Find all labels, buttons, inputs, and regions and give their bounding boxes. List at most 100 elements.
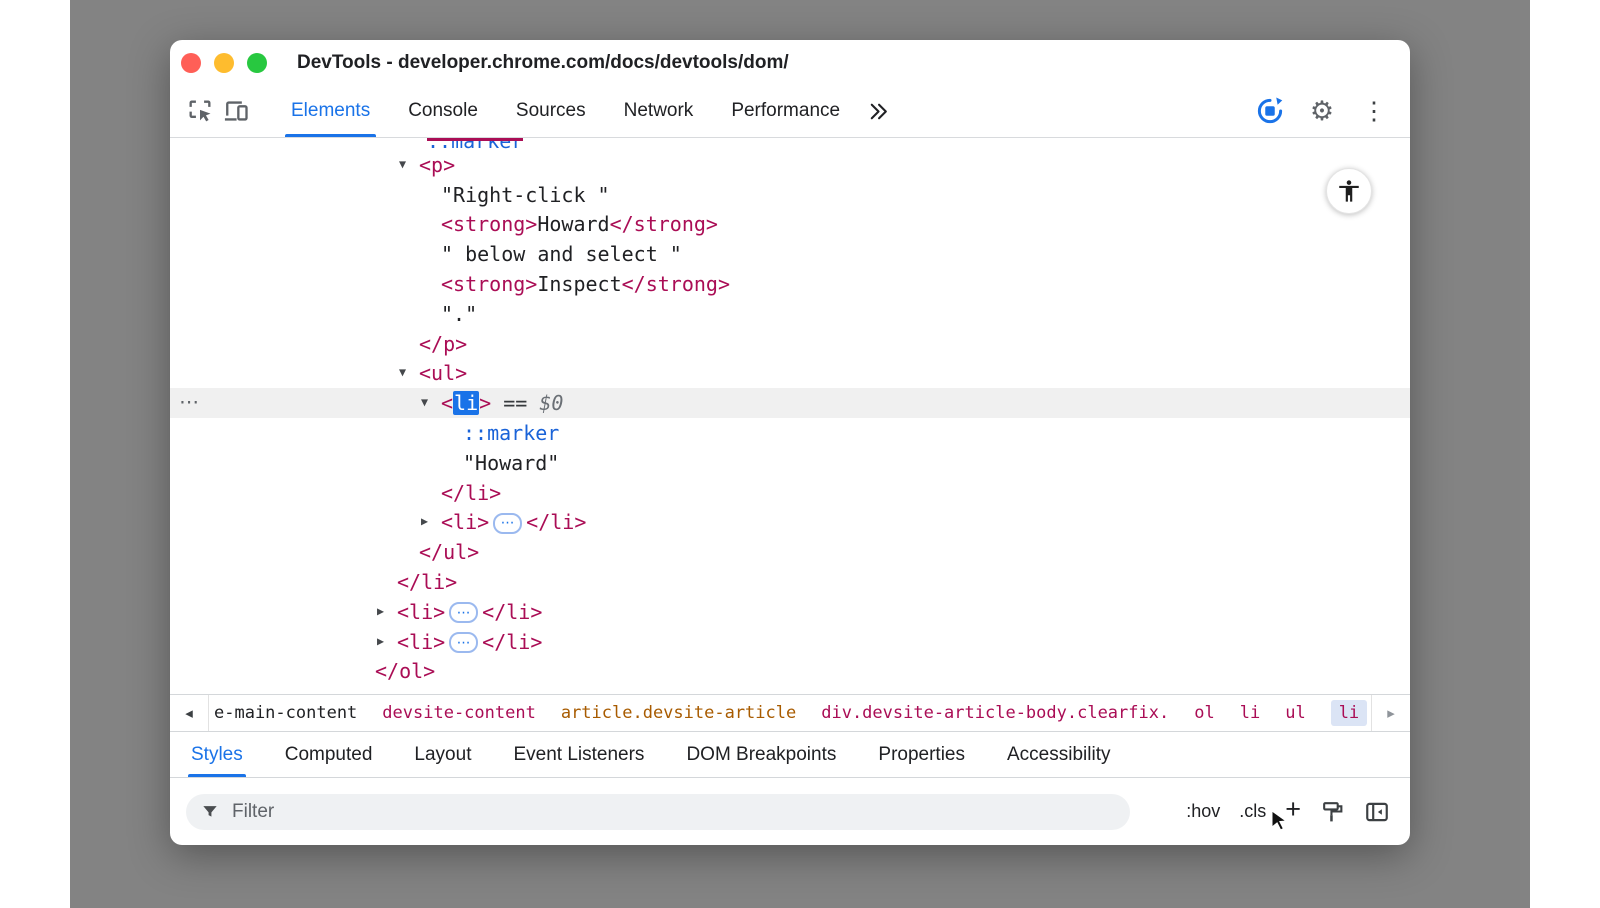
dom-node-row[interactable]: "Howard" (170, 448, 1410, 478)
tab-elements[interactable]: Elements (272, 85, 389, 137)
equals-token: == (491, 391, 539, 415)
sidebar-tab-event-listeners[interactable]: Event Listeners (492, 732, 665, 777)
inspect-cursor-icon (186, 97, 214, 125)
breadcrumb-item[interactable]: ul (1285, 703, 1305, 723)
tab-network[interactable]: Network (605, 85, 713, 137)
sidebar-tab-styles[interactable]: Styles (170, 732, 264, 777)
dom-tree: ▾ <p> "Right-click " <strong>Howard</strong… (170, 150, 1410, 686)
tab-performance[interactable]: Performance (712, 85, 859, 137)
settings-gear-icon[interactable]: ⚙ (1304, 91, 1340, 131)
breadcrumb-scroll-left-button[interactable]: ◂ (170, 695, 209, 731)
breadcrumb-item[interactable]: li (1331, 700, 1367, 726)
tag-token: </li> (441, 481, 501, 505)
chevron-right-icon: ▸ (1387, 704, 1395, 722)
text-node: "." (441, 302, 477, 326)
breadcrumb-item[interactable]: article.devsite-article (561, 703, 796, 723)
mouse-cursor (1270, 810, 1290, 832)
dom-node-row[interactable]: ⋯▾<li> == $0 (170, 388, 1410, 418)
tag-token: </li> (482, 600, 542, 624)
dom-node-row[interactable]: " below and select " (170, 239, 1410, 269)
filter-text-field[interactable] (230, 800, 1116, 824)
panel-tabs: ElementsConsoleSourcesNetworkPerformance (272, 85, 859, 137)
minimize-window-button[interactable] (214, 53, 234, 73)
accessibility-widget-button[interactable] (1326, 168, 1372, 214)
breadcrumb-scroll-right-button[interactable]: ▸ (1371, 695, 1410, 731)
more-tabs-icon[interactable] (859, 91, 895, 131)
inspect-element-icon[interactable] (182, 91, 218, 131)
devtools-window: DevTools - developer.chrome.com/docs/dev… (170, 40, 1410, 845)
device-phone-laptop-icon (222, 97, 250, 125)
chevron-double-right-icon (865, 99, 890, 124)
collapse-arrow-icon[interactable]: ▾ (421, 395, 428, 411)
node-more-actions-icon[interactable]: ⋯ (179, 390, 200, 414)
dom-node-row[interactable]: </ol> (170, 657, 1410, 687)
filter-funnel-icon (200, 802, 220, 822)
sidebar-toggle-icon[interactable] (1364, 799, 1390, 825)
text-node: Inspect (537, 272, 621, 296)
dom-node-row[interactable]: </ul> (170, 537, 1410, 567)
text-node: "Right-click " (441, 183, 610, 207)
refresh-square-icon (1255, 96, 1285, 126)
breadcrumb-item[interactable]: devsite-content (382, 703, 536, 723)
collapsed-children-ellipsis[interactable]: ⋯ (449, 632, 478, 653)
collapse-arrow-icon[interactable]: ▾ (399, 365, 406, 381)
dom-node-row[interactable]: ▾<ul> (170, 359, 1410, 389)
expand-arrow-icon[interactable]: ▸ (377, 604, 384, 620)
paint-roller-icon[interactable] (1320, 799, 1345, 824)
dom-node-row[interactable]: ▸<li>⋯</li> (170, 508, 1410, 538)
collapse-arrow-icon[interactable]: ▾ (399, 157, 406, 173)
dom-node-row[interactable]: ▾ <p> (170, 150, 1410, 180)
maximize-window-button[interactable] (247, 53, 267, 73)
close-window-button[interactable] (181, 53, 201, 73)
dom-node-row[interactable]: ▸<li>⋯</li> (170, 597, 1410, 627)
dom-node-row[interactable]: ::marker (170, 418, 1410, 448)
breadcrumb: e-main-content devsite-content article.dev… (209, 695, 1371, 731)
tag-token: </strong> (622, 272, 730, 296)
expand-arrow-icon[interactable]: ▸ (421, 514, 428, 530)
titlebar[interactable]: DevTools - developer.chrome.com/docs/dev… (170, 40, 1410, 85)
tag-token: < (441, 391, 453, 415)
breadcrumb-item[interactable]: li (1240, 703, 1260, 723)
dom-node-row[interactable]: <strong>Inspect</strong> (170, 269, 1410, 299)
kebab-menu-icon[interactable]: ⋮ (1356, 91, 1392, 131)
dom-node-row[interactable]: "Right-click " (170, 180, 1410, 210)
breadcrumb-item[interactable]: div.devsite-article-body.clearfix. (821, 703, 1169, 723)
dom-node-row[interactable]: </li> (170, 478, 1410, 508)
tag-token: <li> (441, 510, 489, 534)
tag-token: </p> (419, 332, 467, 356)
selected-tag-name[interactable]: li (453, 391, 479, 415)
collapsed-children-ellipsis[interactable]: ⋯ (493, 513, 522, 534)
breadcrumb-item[interactable]: e-main-content (214, 703, 357, 723)
dom-node-row[interactable]: <strong>Howard</strong> (170, 210, 1410, 240)
dom-node-row[interactable]: </p> (170, 329, 1410, 359)
tab-sources[interactable]: Sources (497, 85, 605, 137)
traffic-lights (181, 53, 267, 73)
tag-token: <li> (397, 630, 445, 654)
breadcrumb-bar: ◂ e-main-content devsite-content article.d… (170, 694, 1410, 731)
tab-console[interactable]: Console (389, 85, 497, 137)
dom-node-row[interactable]: </li> (170, 567, 1410, 597)
dom-node-row[interactable]: "." (170, 299, 1410, 329)
sidebar-tab-computed[interactable]: Computed (264, 732, 394, 777)
sidebar-tab-dom-breakpoints[interactable]: DOM Breakpoints (665, 732, 857, 777)
tag-token: <p> (419, 153, 455, 177)
filter-input[interactable] (186, 794, 1130, 830)
breadcrumb-item[interactable]: ol (1194, 703, 1214, 723)
sidebar-tab-properties[interactable]: Properties (857, 732, 986, 777)
sidebar-tabs: StylesComputedLayoutEvent ListenersDOM B… (170, 731, 1410, 777)
dom-node-row[interactable]: ▸<li>⋯</li> (170, 627, 1410, 657)
expand-arrow-icon[interactable]: ▸ (377, 633, 384, 649)
collapsed-children-ellipsis[interactable]: ⋯ (449, 602, 478, 623)
device-toolbar-icon[interactable] (218, 91, 254, 131)
element-classes-button[interactable]: .cls (1239, 801, 1266, 822)
tag-token: </li> (397, 570, 457, 594)
tag-token: </ol> (375, 659, 435, 683)
sidebar-tab-accessibility[interactable]: Accessibility (986, 732, 1131, 777)
sync-blue-icon[interactable] (1252, 91, 1288, 131)
toggle-element-state-button[interactable]: :hov (1186, 801, 1220, 822)
sidebar-tab-layout[interactable]: Layout (393, 732, 492, 777)
tag-token: <strong> (441, 212, 537, 236)
elements-panel: ::marker ▾ <p>"Right-click "<strong>Howar… (170, 138, 1410, 694)
text-node: " below and select " (441, 242, 682, 266)
dollar0-token: $0 (539, 391, 563, 415)
